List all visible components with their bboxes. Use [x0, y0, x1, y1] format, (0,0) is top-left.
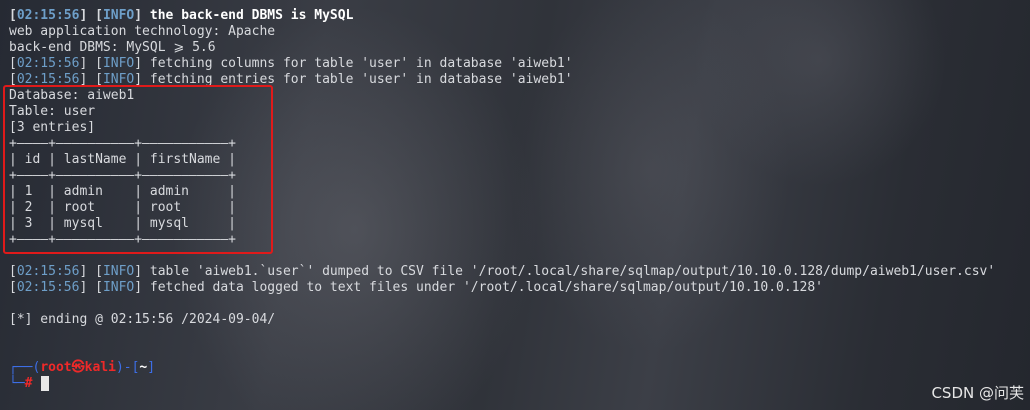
log-line-logged-text: [02:15:56] [INFO] fetched data logged to…: [9, 280, 823, 295]
log-line-dbms: [02:15:56] [INFO] the back-end DBMS is M…: [9, 8, 354, 23]
csdn-watermark: CSDN @问芙: [931, 384, 1024, 402]
prompt-symbol: #: [24, 376, 33, 391]
log-line-dumped-csv: [02:15:56] [INFO] table 'aiweb1.`user`' …: [9, 264, 996, 279]
log-line-fetch-columns: [02:15:56] [INFO] fetching columns for t…: [9, 56, 573, 71]
log-line-ending: [*] ending @ 02:15:56 /2024-09-04/: [9, 312, 276, 327]
highlight-box: [3, 85, 273, 254]
log-line-backend: back-end DBMS: MySQL ⩾ 5.6: [9, 40, 216, 55]
shell-prompt-line1: ┌──(root㉿kali)-[~]: [9, 360, 156, 375]
prompt-user-host: root㉿kali: [40, 360, 116, 375]
terminal-cursor[interactable]: [41, 376, 49, 391]
shell-prompt-line2: └─#: [9, 376, 33, 391]
log-line-webtech: web application technology: Apache: [9, 24, 276, 39]
